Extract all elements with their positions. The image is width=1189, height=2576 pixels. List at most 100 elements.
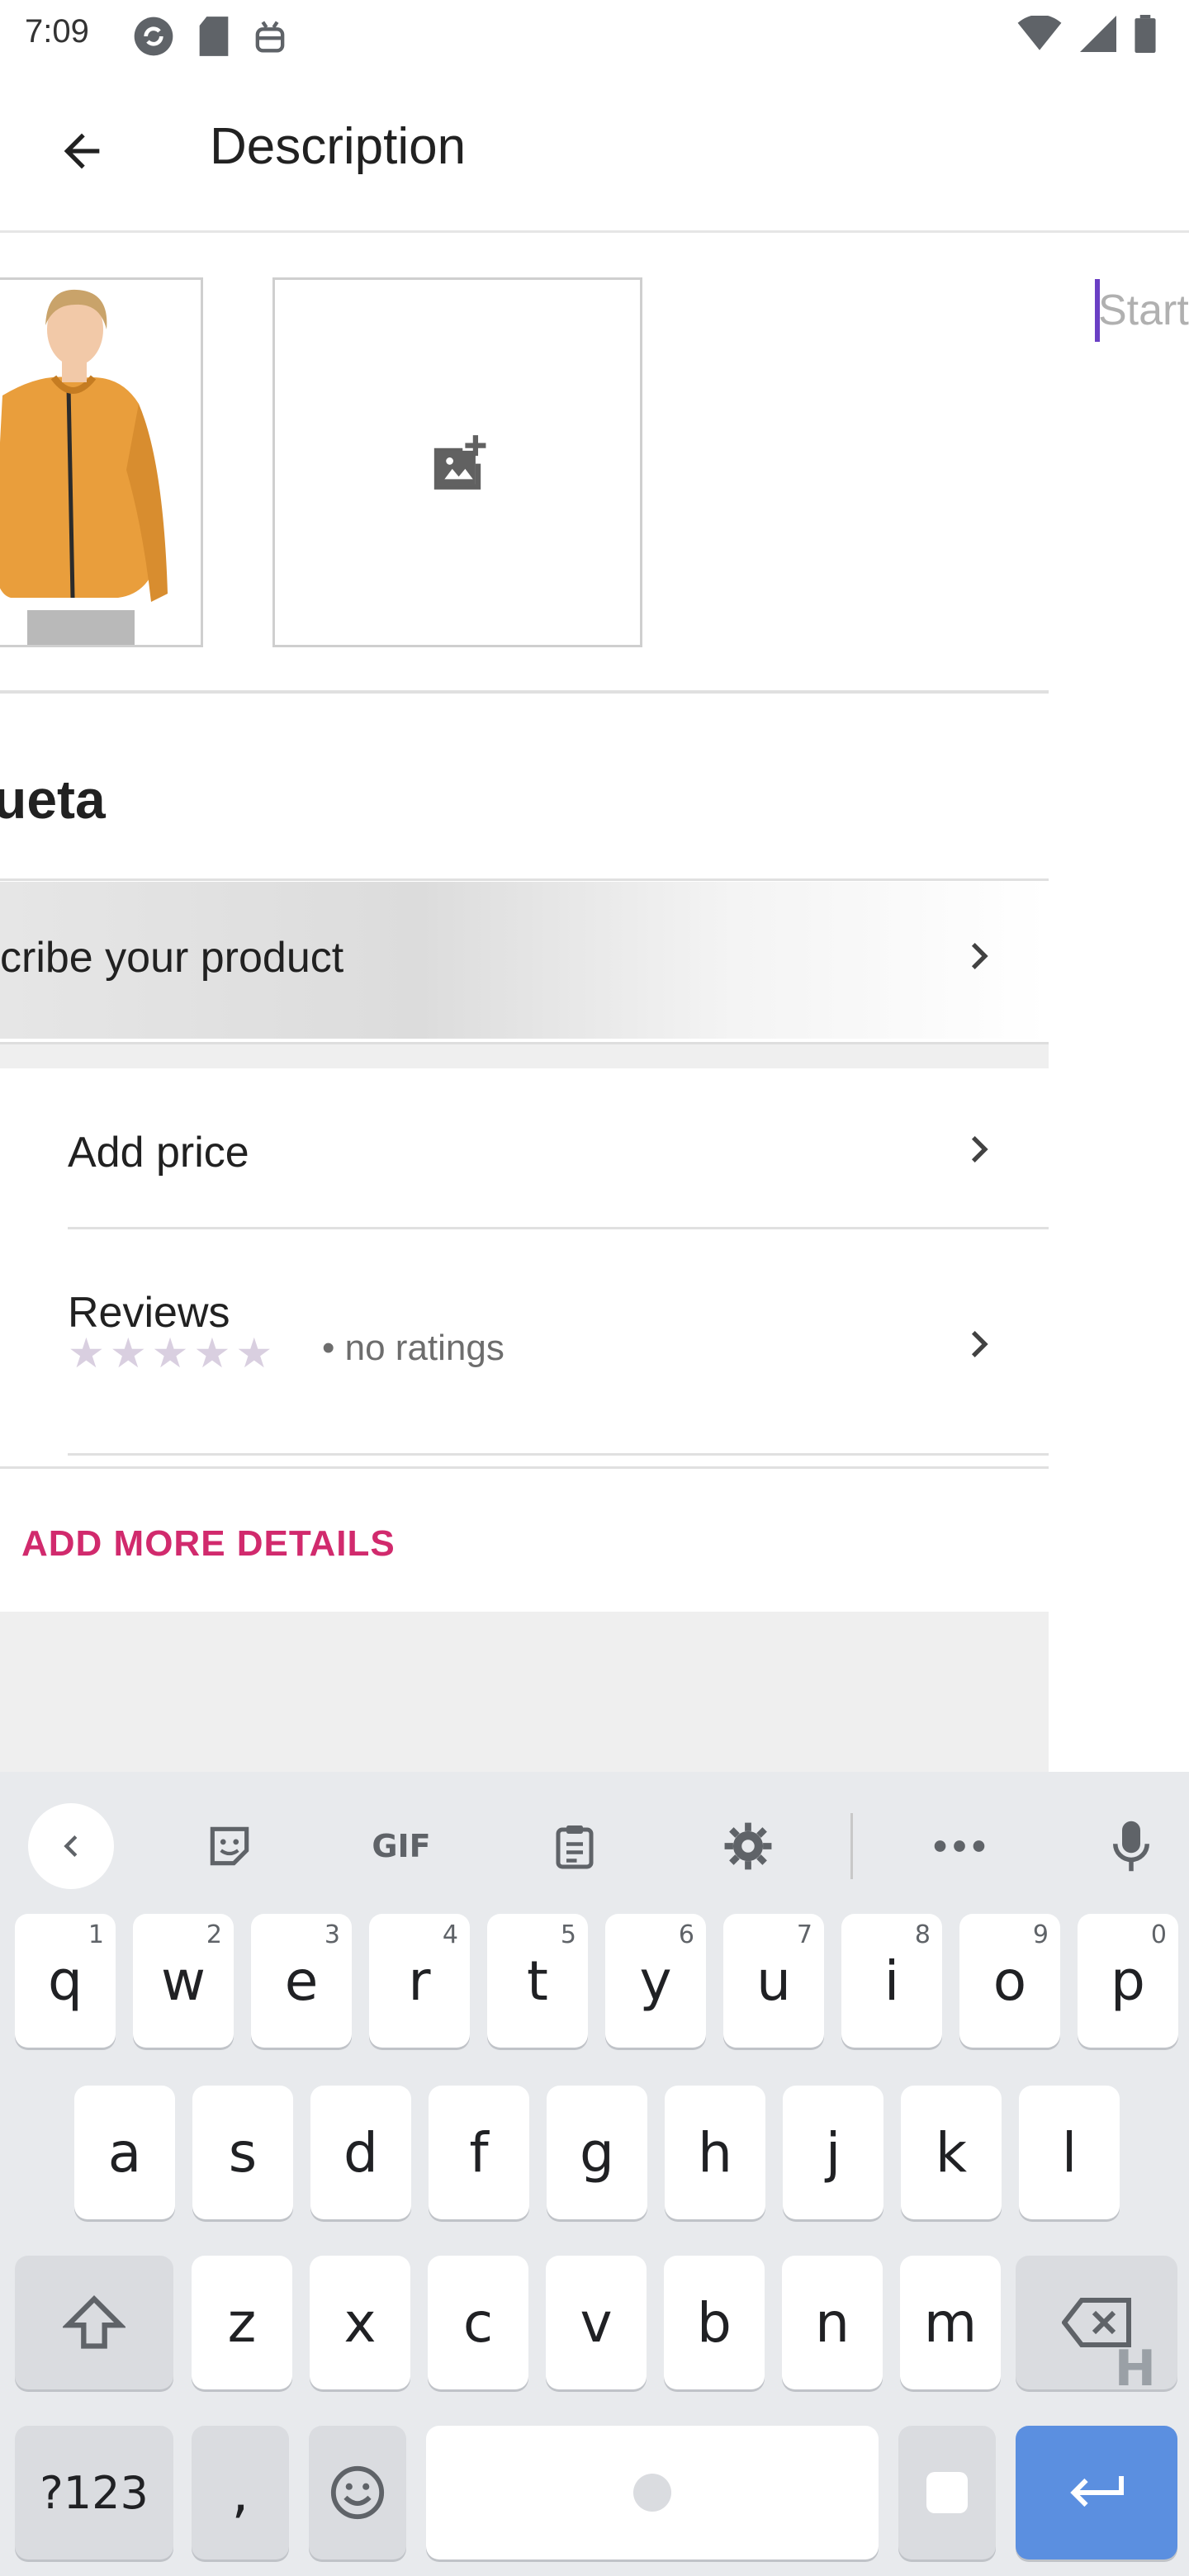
status-icons-left [130,13,289,59]
key-label: f [469,2120,489,2185]
key-g[interactable]: g [547,2086,647,2219]
key-p[interactable]: p0 [1078,1914,1178,2048]
star-icon: ★ [68,1330,105,1376]
status-time: 7:09 [25,13,89,50]
key-x[interactable]: x [310,2256,410,2389]
key-o[interactable]: o9 [959,1914,1060,2048]
voice-input-button[interactable] [1088,1803,1174,1889]
key-label: p [1111,1949,1145,2013]
key-label: e [284,1949,319,2013]
key-label: a [107,2120,142,2185]
sticker-button[interactable] [187,1803,272,1889]
shift-icon [63,2295,126,2349]
key-q[interactable]: q1 [15,1914,116,2048]
reviews-row[interactable]: Reviews ★ ★ ★ ★ ★ • no ratings [0,1230,1049,1458]
keyboard-settings-button[interactable] [705,1803,791,1889]
description-input[interactable]: Start [1098,286,1189,335]
key-y[interactable]: y6 [605,1914,706,2048]
media-row [0,233,1049,692]
key-l[interactable]: l [1019,2086,1120,2219]
product-photo[interactable] [0,277,203,647]
key-label: m [923,2290,978,2355]
gif-button[interactable]: GIF [358,1803,444,1889]
key-label: j [825,2120,841,2185]
add-more-details-button[interactable]: ADD MORE DETAILS [21,1523,396,1565]
back-button[interactable] [45,114,119,188]
key-v[interactable]: v [546,2256,647,2389]
key-s[interactable]: s [192,2086,293,2219]
add-price-row[interactable]: Add price [0,1068,1049,1230]
product-name: ueta [0,769,106,830]
star-icon: ★ [235,1330,273,1376]
key-label: y [639,1949,672,2013]
describe-product-row[interactable]: cribe your product [0,882,1049,1039]
key-d[interactable]: d [310,2086,411,2219]
mic-icon [1113,1821,1149,1872]
key-hint: 5 [560,1920,576,1949]
chevron-right-icon [971,1331,988,1357]
star-icon: ★ [151,1330,189,1376]
key-h[interactable]: h [665,2086,765,2219]
period-icon [926,2472,968,2513]
sd-card-icon [199,17,229,56]
divider [68,1453,1049,1456]
key-label: b [697,2290,732,2355]
key-r[interactable]: r4 [369,1914,470,2048]
space-key[interactable] [426,2426,879,2559]
key-label: s [228,2120,258,2185]
more-options-button[interactable] [917,1803,1002,1889]
clipboard-button[interactable] [532,1803,618,1889]
key-e[interactable]: e3 [251,1914,352,2048]
key-b[interactable]: b [664,2256,765,2389]
toolbar-separator [850,1813,853,1879]
backspace-key[interactable]: H [1016,2256,1177,2398]
key-hint: 3 [324,1920,340,1949]
key-label: z [227,2290,257,2355]
page-title: Description [210,118,467,175]
key-label: n [815,2290,850,2355]
comma-label: , [231,2460,249,2525]
signal-icon [1080,16,1116,52]
key-c[interactable]: c [428,2256,528,2389]
key-t[interactable]: t5 [487,1914,588,2048]
key-m[interactable]: m [900,2256,1001,2389]
key-f[interactable]: f [429,2086,529,2219]
enter-key[interactable] [1016,2426,1177,2559]
key-w[interactable]: w2 [133,1914,234,2048]
star-icon: ★ [193,1330,231,1376]
key-hint: 1 [88,1920,104,1949]
add-photo-button[interactable] [272,277,642,647]
key-z[interactable]: z [192,2256,292,2389]
android-debug-icon [255,21,285,53]
key-a[interactable]: a [74,2086,175,2219]
key-hint: 0 [1150,1920,1167,1949]
key-u[interactable]: u7 [723,1914,824,2048]
key-n[interactable]: n [782,2256,883,2389]
key-i[interactable]: i8 [841,1914,942,2048]
status-icons-right [1017,15,1156,53]
comma-key[interactable]: , [192,2426,289,2559]
chevron-right-icon [971,943,988,969]
enter-icon [1070,2476,1124,2507]
period-key[interactable] [898,2426,996,2559]
key-label: h [698,2120,732,2185]
keyboard-collapse-button[interactable] [28,1803,114,1889]
more-icon [934,1840,985,1852]
space-dot-icon [633,2474,671,2512]
key-label: r [408,1949,431,2013]
divider [0,878,1049,881]
key-j[interactable]: j [783,2086,883,2219]
key-label: o [992,1949,1027,2013]
describe-product-label: cribe your product [0,934,344,982]
key-label: x [343,2290,377,2355]
symbols-key[interactable]: ?123 [15,2426,173,2559]
key-k[interactable]: k [901,2086,1002,2219]
key-hint: 8 [914,1920,931,1949]
add-photo-icon [433,435,486,490]
shift-key[interactable] [15,2256,173,2389]
keyboard-toolbar: GIF [0,1772,1189,1896]
key-label: t [527,1949,548,2013]
key-label: c [462,2290,494,2355]
emoji-key[interactable] [309,2426,406,2559]
star-icon: ★ [109,1330,147,1376]
